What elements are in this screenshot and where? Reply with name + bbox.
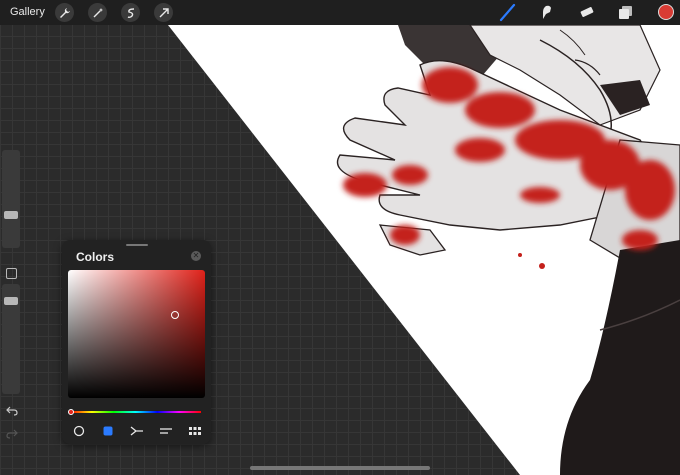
classic-mode-icon[interactable] [99,424,117,438]
close-icon[interactable]: ✕ [191,251,201,261]
eraser-icon[interactable] [577,3,596,22]
hue-slider-knob[interactable] [68,409,74,415]
brush-icon[interactable] [498,3,517,22]
layers-icon[interactable] [616,3,635,22]
transform-arrow-icon[interactable] [154,3,173,22]
hue-slider[interactable] [70,411,201,413]
harmony-mode-icon[interactable] [128,424,146,438]
selection-icon[interactable] [121,3,140,22]
opacity-thumb[interactable] [4,297,18,305]
redo-icon[interactable] [6,426,18,439]
panel-drag-handle[interactable] [126,244,148,246]
modify-button[interactable] [6,268,17,279]
saturation-value-square[interactable] [68,270,205,398]
opacity-slider[interactable] [2,284,20,394]
undo-icon[interactable] [6,403,18,416]
brush-size-thumb[interactable] [4,211,18,219]
colors-panel: Colors ✕ [62,240,211,444]
color-picker-cursor[interactable] [171,311,179,319]
palettes-mode-icon[interactable] [186,424,204,438]
smudge-icon[interactable] [537,3,556,22]
magic-wand-icon[interactable] [88,3,107,22]
left-sidebar [2,150,20,440]
panel-title: Colors [76,250,115,264]
value-mode-icon[interactable] [157,424,175,438]
brush-size-slider[interactable] [2,150,20,248]
color-mode-tabs [70,424,204,438]
home-indicator[interactable] [250,466,430,470]
gallery-button[interactable]: Gallery [10,6,45,18]
current-color-swatch[interactable] [658,4,674,20]
top-toolbar: Gallery [0,0,680,25]
disc-mode-icon[interactable] [70,424,88,438]
wrench-icon[interactable] [55,3,74,22]
